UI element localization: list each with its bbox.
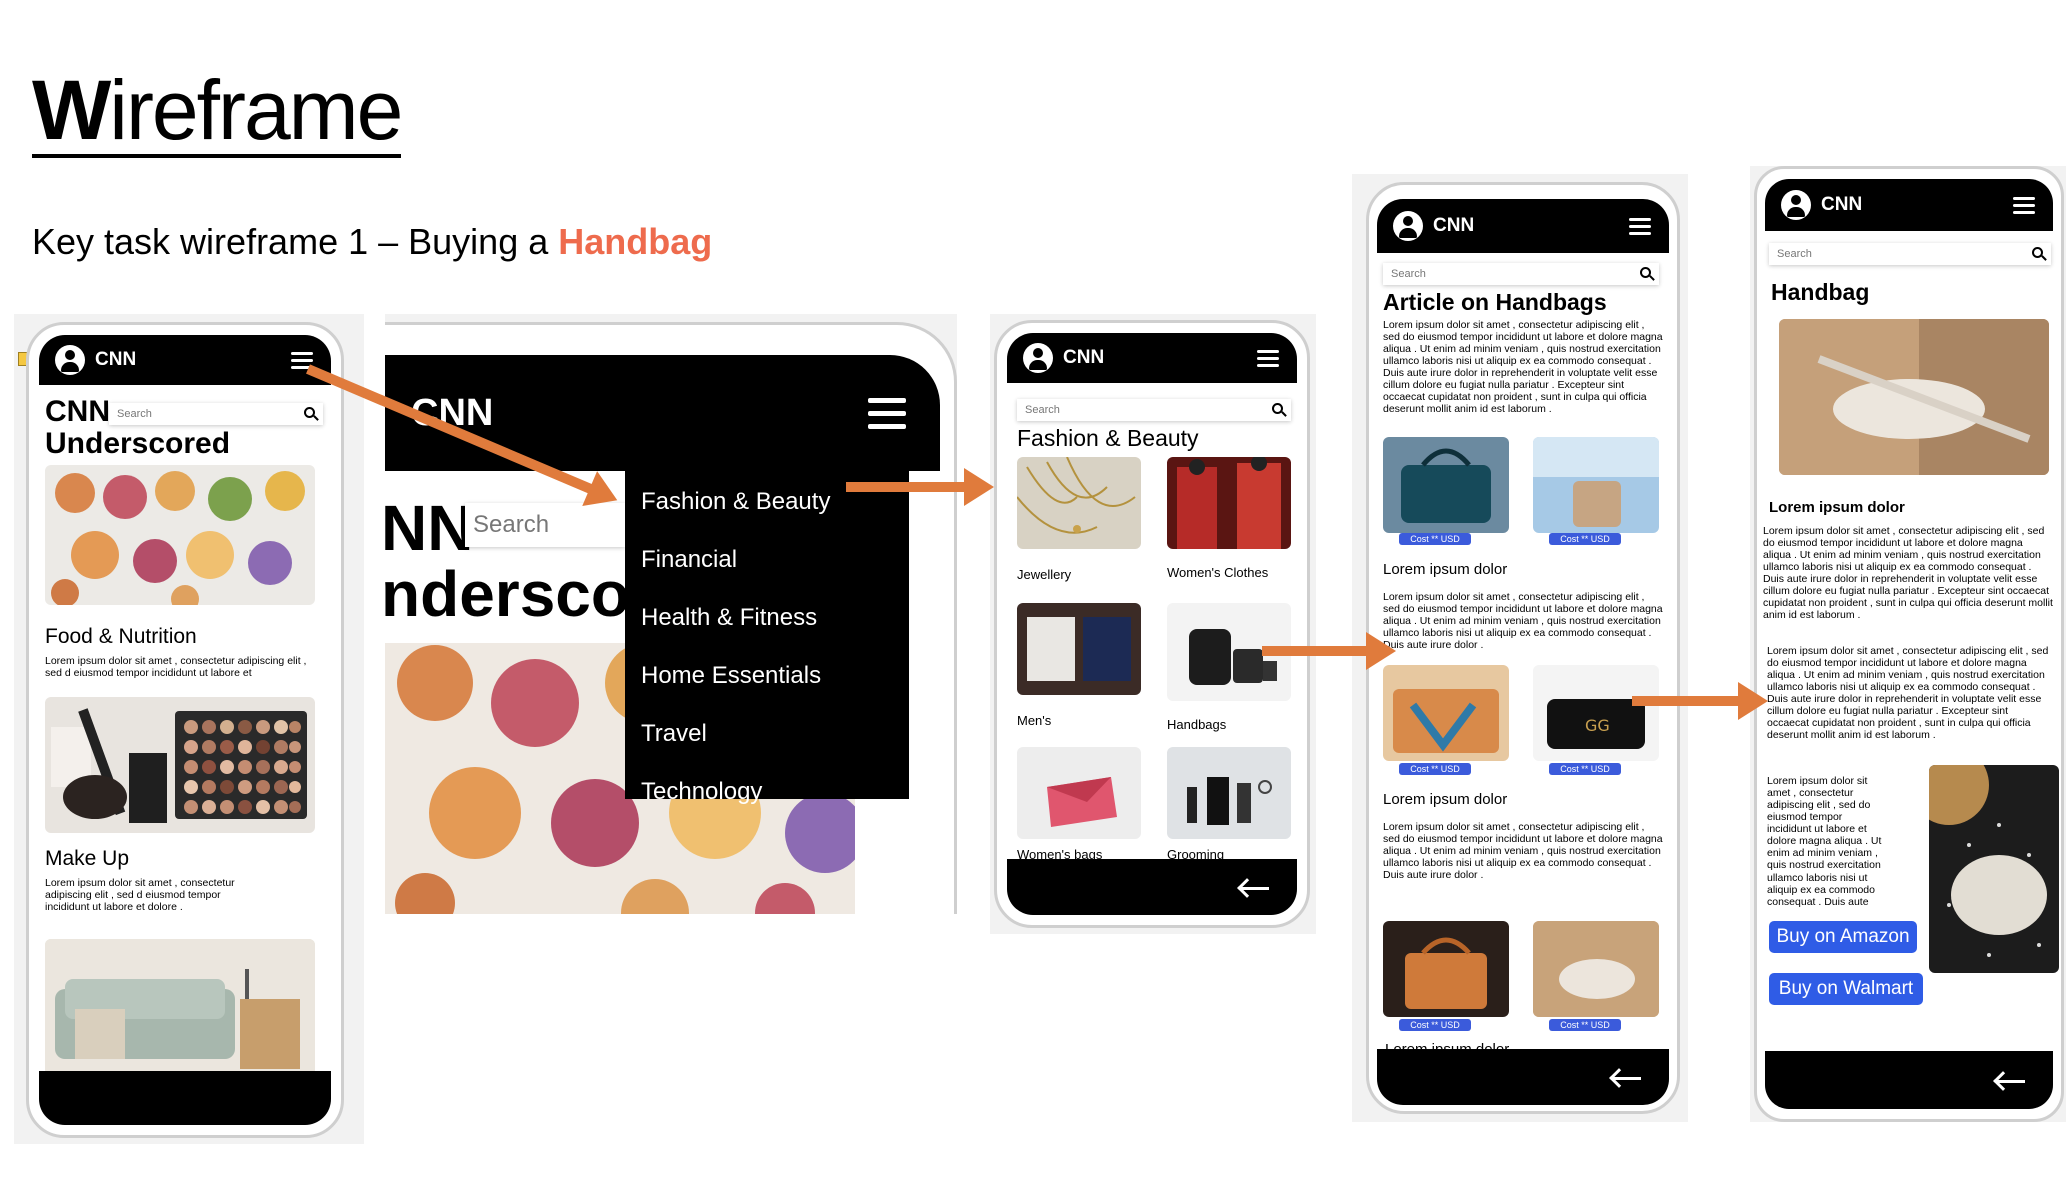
cnn-heading-zoomed: NN: [385, 492, 474, 564]
article-para-2: Lorem ipsum dolor sit amet , consectetur…: [1383, 821, 1663, 882]
article-subheading-1: Lorem ipsum dolor: [1383, 561, 1508, 578]
search-icon: [1272, 403, 1283, 414]
product-image-5[interactable]: [1383, 921, 1509, 1017]
furniture-image[interactable]: [45, 939, 315, 1075]
product-description-2: Lorem ipsum dolor sit amet , consectetur…: [1767, 645, 2049, 742]
bottom-nav: [1377, 1049, 1669, 1105]
phone-fashion-beauty: CNN Search Fashion & Beauty Jewellery Wo…: [994, 320, 1310, 928]
back-arrow-icon[interactable]: [1997, 1080, 2025, 1083]
price-badge: Cost ** USD: [1399, 533, 1471, 545]
product-image-2[interactable]: [1533, 437, 1659, 533]
food-image[interactable]: [45, 465, 315, 605]
menu-item-financial[interactable]: Financial: [625, 531, 909, 589]
brand-logo-zoomed: CNN: [411, 391, 494, 434]
subtitle-accent: Handbag: [558, 221, 713, 262]
search-icon: [1640, 267, 1651, 278]
menu-item-health-fitness[interactable]: Health & Fitness: [625, 589, 909, 647]
article-intro: Lorem ipsum dolor sit amet , consectetur…: [1383, 319, 1663, 416]
product-image-3[interactable]: [1383, 665, 1509, 761]
brand-logo: CNN: [1063, 347, 1105, 368]
cnn-heading: CNN: [45, 395, 110, 428]
underscored-heading-zoomed: nderscor: [385, 558, 655, 630]
search-icon: [2032, 247, 2043, 258]
product-description-3: Lorem ipsum dolor sit amet , consectetur…: [1767, 775, 1882, 908]
section-makeup-text: Lorem ipsum dolor sit amet , consectetur…: [45, 877, 235, 914]
hamburger-menu-icon-zoomed[interactable]: [868, 397, 906, 429]
brand-logo: CNN: [1821, 194, 1863, 215]
menu-item-technology[interactable]: Technology: [625, 763, 909, 821]
product-image-6[interactable]: [1533, 921, 1659, 1017]
search-input[interactable]: Search: [1383, 263, 1659, 285]
product-title: Handbag: [1771, 279, 1870, 305]
underscored-heading: Underscored: [45, 427, 231, 460]
category-title: Fashion & Beauty: [1017, 425, 1199, 451]
hamburger-menu-icon[interactable]: [1629, 217, 1651, 235]
search-input[interactable]: Search: [1769, 243, 2051, 265]
slide-subtitle: Key task wireframe 1 – Buying a Handbag: [32, 221, 713, 262]
article-subheading-2: Lorem ipsum dolor: [1383, 791, 1508, 808]
price-badge: Cost ** USD: [1549, 533, 1621, 545]
hamburger-menu-icon[interactable]: [1257, 349, 1279, 367]
product-subheading: Lorem ipsum dolor: [1769, 499, 1905, 516]
grooming-image[interactable]: [1167, 747, 1291, 839]
price-badge: Cost ** USD: [1399, 763, 1471, 775]
article-para-1: Lorem ipsum dolor sit amet , consectetur…: [1383, 591, 1663, 652]
handbag-lifestyle-image: [1929, 765, 2059, 973]
price-badge: Cost ** USD: [1399, 1019, 1471, 1031]
buy-on-amazon-button[interactable]: Buy on Amazon: [1769, 921, 1917, 953]
section-food-text: Lorem ipsum dolor sit amet , consectetur…: [45, 655, 307, 680]
search-icon: [304, 407, 315, 418]
phone-article-handbags: CNN Search Article on Handbags Lorem ips…: [1366, 182, 1680, 1114]
back-arrow-icon[interactable]: [1613, 1077, 1641, 1080]
section-food-title: Food & Nutrition: [45, 625, 197, 648]
phone-home-screen: CNN CNN Search Underscored Food & Nutrit…: [26, 322, 344, 1138]
menu-item-travel[interactable]: Travel: [625, 705, 909, 763]
hamburger-menu-icon[interactable]: [2013, 196, 2035, 214]
profile-icon[interactable]: [1393, 211, 1423, 241]
brand-logo: CNN: [95, 349, 137, 370]
makeup-image[interactable]: [45, 697, 315, 833]
profile-icon[interactable]: [1781, 190, 1811, 220]
slide-title: Wireframe: [32, 63, 403, 158]
price-badge: Cost ** USD: [1549, 1019, 1621, 1031]
back-arrow-icon[interactable]: [1241, 887, 1269, 890]
handbag-hero-image: [1779, 319, 2049, 475]
bottom-nav: [1765, 1051, 2053, 1109]
category-label-womens-clothes[interactable]: Women's Clothes: [1167, 565, 1268, 580]
product-description-1: Lorem ipsum dolor sit amet , consectetur…: [1763, 525, 2053, 622]
brand-logo: CNN: [1433, 215, 1475, 236]
category-label-handbags[interactable]: Handbags: [1167, 717, 1226, 732]
phone-menu-zoom: CNN NN Search nderscor Fashion & Beauty …: [385, 322, 957, 914]
product-image-1[interactable]: [1383, 437, 1509, 533]
buy-on-walmart-button[interactable]: Buy on Walmart: [1769, 973, 1923, 1005]
womens-bags-image[interactable]: [1017, 747, 1141, 839]
flow-arrow-4: [1632, 682, 1768, 720]
flow-arrow-3: [1262, 632, 1396, 670]
article-title: Article on Handbags: [1383, 289, 1607, 315]
womens-clothes-image[interactable]: [1167, 457, 1291, 549]
svg-text:GG: GG: [1585, 716, 1610, 735]
flow-arrow-2: [846, 468, 994, 506]
section-makeup-title: Make Up: [45, 847, 130, 870]
menu-item-home-essentials[interactable]: Home Essentials: [625, 647, 909, 705]
category-label-mens[interactable]: Men's: [1017, 713, 1051, 728]
product-image-4[interactable]: GG: [1533, 665, 1659, 761]
profile-icon[interactable]: [55, 345, 85, 375]
search-input[interactable]: Search: [1017, 399, 1291, 421]
mens-image[interactable]: [1017, 603, 1141, 695]
profile-icon[interactable]: [1023, 343, 1053, 373]
bottom-nav: [1007, 859, 1297, 915]
category-label-jewellery[interactable]: Jewellery: [1017, 567, 1071, 582]
jewellery-image[interactable]: [1017, 457, 1141, 549]
search-input[interactable]: Search: [109, 403, 323, 425]
price-badge: Cost ** USD: [1549, 763, 1621, 775]
category-dropdown-menu: Fashion & Beauty Financial Health & Fitn…: [625, 469, 909, 805]
phone-handbag-detail: CNN Search Handbag Lorem ipsum dolor Lor…: [1754, 166, 2064, 1122]
